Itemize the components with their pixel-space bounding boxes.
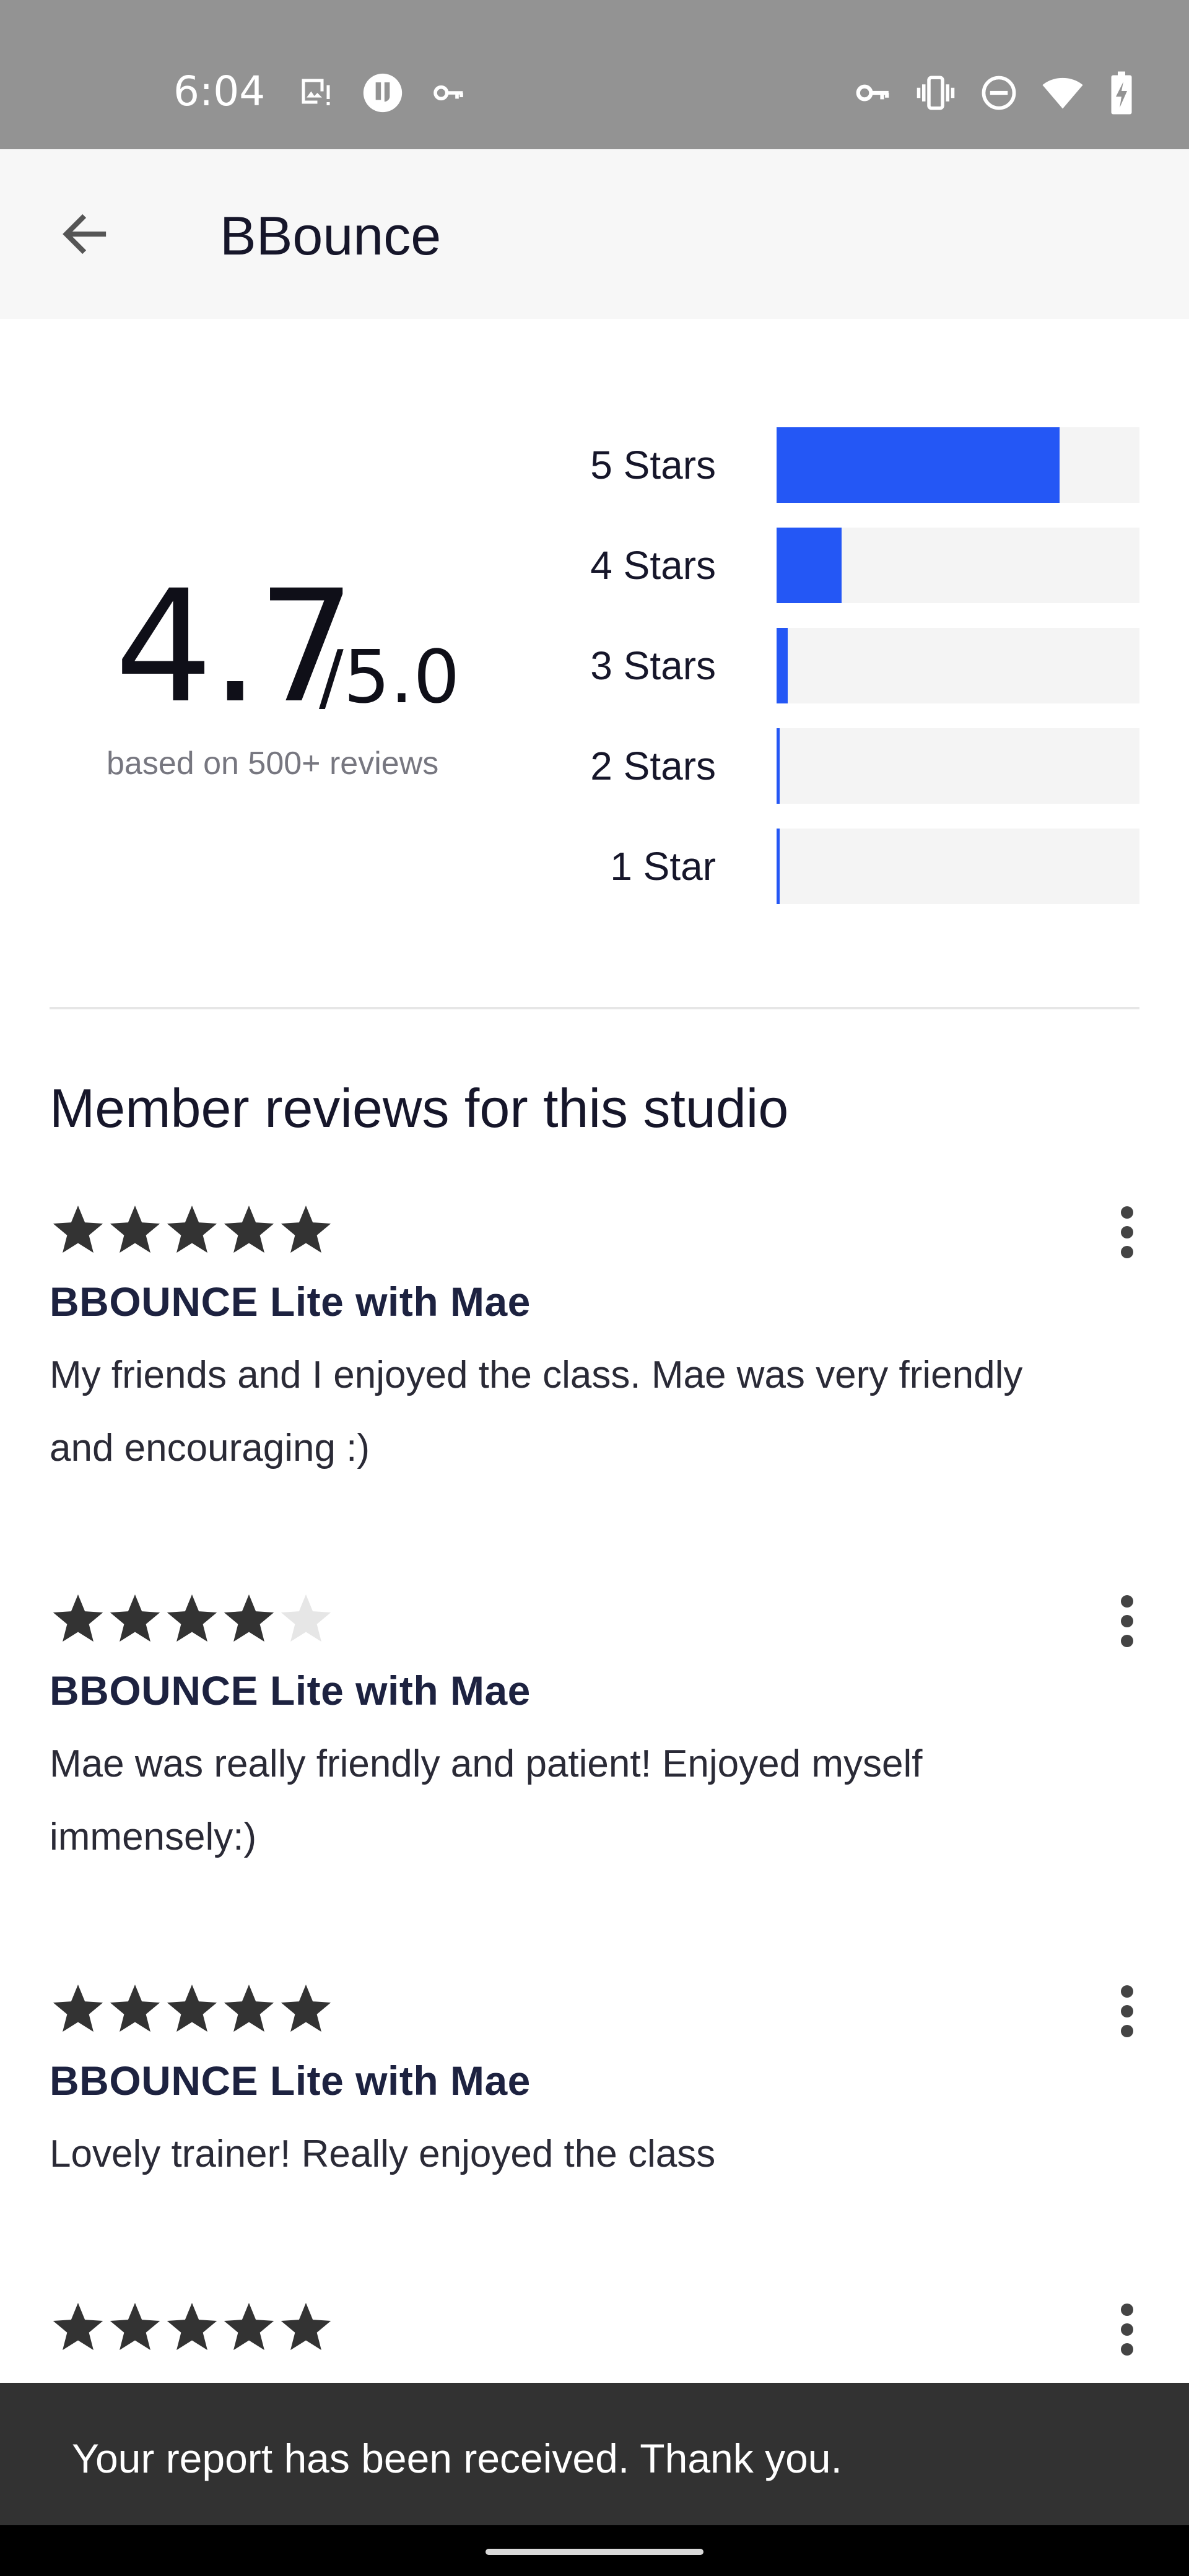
- wifi-icon: [1042, 72, 1084, 114]
- vibrate-icon: [915, 72, 956, 113]
- home-gesture-handle[interactable]: [486, 2549, 703, 2555]
- distribution-track: [777, 427, 1139, 503]
- review-stars: [50, 1980, 334, 2037]
- review-text: Mae was really friendly and patient! Enj…: [50, 1743, 923, 1858]
- distribution-row-4: 4 Stars: [0, 528, 1189, 603]
- arrow-back-icon: [57, 206, 113, 265]
- distribution-label: 2 Stars: [590, 744, 716, 788]
- distribution-track: [777, 829, 1139, 904]
- more-vert-icon: [1121, 1985, 1133, 1998]
- status-left-icons: [297, 68, 466, 118]
- star-filled-icon: [53, 1205, 103, 1253]
- star-filled-icon: [53, 1594, 103, 1642]
- app-bar: [0, 149, 1189, 319]
- more-options-button[interactable]: [1108, 1201, 1146, 1263]
- star-filled-icon: [167, 1594, 217, 1642]
- distribution-fill: [777, 528, 842, 603]
- distribution-track: [777, 728, 1139, 804]
- more-options-button[interactable]: [1108, 2299, 1146, 2361]
- star-empty-icon: [281, 1594, 331, 1642]
- page-title: BBounce: [220, 205, 442, 266]
- star-filled-icon: [167, 2302, 217, 2351]
- more-vert-icon: [1121, 2304, 1133, 2316]
- star-filled-icon: [110, 1205, 160, 1253]
- star-filled-icon: [110, 1984, 160, 2032]
- star-filled-icon: [224, 1984, 274, 2032]
- vpn-key-icon: [853, 74, 892, 112]
- distribution-fill: [777, 628, 788, 703]
- distribution-label: 3 Stars: [590, 643, 716, 688]
- star-filled-icon: [281, 1205, 331, 1253]
- distribution-track: [777, 628, 1139, 703]
- star-filled-icon: [281, 1984, 331, 2032]
- image-alert-icon: [297, 74, 334, 111]
- review-stars: [50, 1201, 334, 1258]
- distribution-row-3: 3 Stars: [0, 628, 1189, 703]
- star-filled-icon: [53, 1984, 103, 2032]
- status-right-icons: [853, 68, 1136, 118]
- star-filled-icon: [224, 1205, 274, 1253]
- more-options-button[interactable]: [1108, 1590, 1146, 1652]
- star-filled-icon: [224, 1594, 274, 1642]
- app-badge-icon: [362, 72, 404, 114]
- star-filled-icon: [110, 1594, 160, 1642]
- review-class-name: BBOUNCE Lite with Mae: [50, 1279, 531, 1325]
- distribution-label: 1 Star: [610, 844, 716, 889]
- star-filled-icon: [224, 2302, 274, 2351]
- do-not-disturb-icon: [980, 74, 1018, 112]
- distribution-row-2: 2 Stars: [0, 728, 1189, 804]
- distribution-label: 4 Stars: [590, 543, 716, 588]
- snackbar-message: Your report has been received. Thank you…: [72, 2435, 842, 2481]
- back-button[interactable]: [45, 186, 125, 285]
- distribution-fill: [777, 829, 780, 904]
- star-filled-icon: [167, 1984, 217, 2032]
- distribution-label: 5 Stars: [590, 443, 716, 487]
- distribution-row-1: 1 Star: [0, 829, 1189, 904]
- distribution-row-5: 5 Stars: [0, 427, 1189, 503]
- review-stars: [50, 1590, 334, 1647]
- review-text: My friends and I enjoyed the class. Mae …: [50, 1354, 1023, 1469]
- review-text: Lovely trainer! Really enjoyed the class: [50, 2133, 716, 2175]
- more-options-button[interactable]: [1108, 1980, 1146, 2042]
- battery-charging-icon: [1107, 71, 1136, 115]
- distribution-fill: [777, 427, 1060, 503]
- distribution-track: [777, 528, 1139, 603]
- review-class-name: BBOUNCE Lite with Mae: [50, 1668, 531, 1713]
- reviews-section-title: Member reviews for this studio: [50, 1077, 789, 1139]
- star-filled-icon: [281, 2302, 331, 2351]
- star-filled-icon: [53, 2302, 103, 2351]
- review-class-name: BBOUNCE Lite with Mae: [50, 2058, 531, 2104]
- vpn-key-icon: [431, 76, 466, 110]
- more-vert-icon: [1121, 1595, 1133, 1608]
- divider: [50, 1007, 1139, 1009]
- star-filled-icon: [167, 1205, 217, 1253]
- distribution-fill: [777, 728, 780, 804]
- status-time: 6:04: [173, 67, 266, 115]
- star-filled-icon: [110, 2302, 160, 2351]
- more-vert-icon: [1121, 1206, 1133, 1219]
- status-bar: 6:04: [0, 0, 1189, 149]
- review-stars: [50, 2299, 334, 2356]
